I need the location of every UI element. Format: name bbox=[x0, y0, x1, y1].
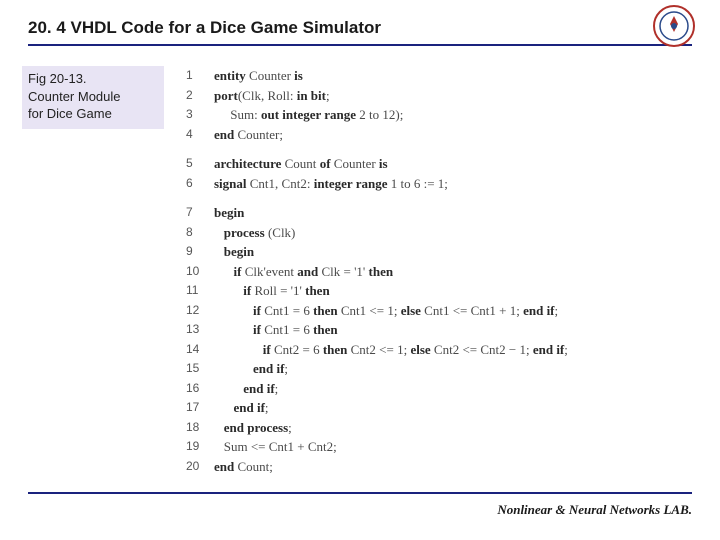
code-text: signal Cnt1, Cnt2: integer range 1 to 6 … bbox=[214, 174, 448, 194]
code-text: end if; bbox=[214, 379, 278, 399]
caption-line: Counter Module bbox=[28, 88, 158, 106]
line-number: 11 bbox=[186, 281, 214, 301]
code-text: end if; bbox=[214, 359, 288, 379]
code-text: process (Clk) bbox=[214, 223, 295, 243]
line-number: 5 bbox=[186, 154, 214, 174]
line-number: 13 bbox=[186, 320, 214, 340]
code-text: if Clk'event and Clk = '1' then bbox=[214, 262, 393, 282]
figure-caption: Fig 20-13. Counter Module for Dice Game bbox=[22, 66, 164, 129]
code-line: 19 Sum <= Cnt1 + Cnt2; bbox=[186, 437, 692, 457]
code-text: Sum: out integer range 2 to 12); bbox=[214, 105, 403, 125]
code-text: Sum <= Cnt1 + Cnt2; bbox=[214, 437, 337, 457]
line-number: 7 bbox=[186, 203, 214, 223]
code-line: 9 begin bbox=[186, 242, 692, 262]
code-line: 12 if Cnt1 = 6 then Cnt1 <= 1; else Cnt1… bbox=[186, 301, 692, 321]
code-text: entity Counter is bbox=[214, 66, 303, 86]
line-number: 17 bbox=[186, 398, 214, 418]
line-number: 19 bbox=[186, 437, 214, 457]
code-line: 18 end process; bbox=[186, 418, 692, 438]
code-line: 14 if Cnt2 = 6 then Cnt2 <= 1; else Cnt2… bbox=[186, 340, 692, 360]
code-line: 8 process (Clk) bbox=[186, 223, 692, 243]
caption-line: Fig 20-13. bbox=[28, 70, 158, 88]
code-text: port(Clk, Roll: in bit; bbox=[214, 86, 330, 106]
code-text: end if; bbox=[214, 398, 269, 418]
vhdl-code-listing: 1entity Counter is2port(Clk, Roll: in bi… bbox=[186, 66, 692, 476]
line-number: 10 bbox=[186, 262, 214, 282]
line-number: 9 bbox=[186, 242, 214, 262]
code-text: if Cnt1 = 6 then Cnt1 <= 1; else Cnt1 <=… bbox=[214, 301, 558, 321]
line-number: 20 bbox=[186, 457, 214, 477]
code-text: end process; bbox=[214, 418, 292, 438]
code-line: 3 Sum: out integer range 2 to 12); bbox=[186, 105, 692, 125]
line-number: 1 bbox=[186, 66, 214, 86]
line-number: 14 bbox=[186, 340, 214, 360]
code-line: 4end Counter; bbox=[186, 125, 692, 145]
code-line: 13 if Cnt1 = 6 then bbox=[186, 320, 692, 340]
code-text: if Cnt1 = 6 then bbox=[214, 320, 338, 340]
code-line: 20end Count; bbox=[186, 457, 692, 477]
code-line: 15 end if; bbox=[186, 359, 692, 379]
footer-divider bbox=[28, 492, 692, 494]
code-text: if Cnt2 = 6 then Cnt2 <= 1; else Cnt2 <=… bbox=[214, 340, 568, 360]
line-number: 3 bbox=[186, 105, 214, 125]
code-text: begin bbox=[214, 242, 254, 262]
caption-line: for Dice Game bbox=[28, 105, 158, 123]
line-number: 16 bbox=[186, 379, 214, 399]
code-text: end Counter; bbox=[214, 125, 283, 145]
code-line: 10 if Clk'event and Clk = '1' then bbox=[186, 262, 692, 282]
code-line: 16 end if; bbox=[186, 379, 692, 399]
line-number: 8 bbox=[186, 223, 214, 243]
line-number: 2 bbox=[186, 86, 214, 106]
code-line: 5architecture Count of Counter is bbox=[186, 154, 692, 174]
code-text: if Roll = '1' then bbox=[214, 281, 330, 301]
line-number: 12 bbox=[186, 301, 214, 321]
code-line: 17 end if; bbox=[186, 398, 692, 418]
code-line: 2port(Clk, Roll: in bit; bbox=[186, 86, 692, 106]
code-line: 6signal Cnt1, Cnt2: integer range 1 to 6… bbox=[186, 174, 692, 194]
section-title: 20. 4 VHDL Code for a Dice Game Simulato… bbox=[28, 18, 692, 38]
university-logo-icon bbox=[652, 4, 696, 48]
footer-lab-name: Nonlinear & Neural Networks LAB. bbox=[497, 502, 692, 518]
title-divider bbox=[28, 44, 692, 46]
line-number: 4 bbox=[186, 125, 214, 145]
code-line: 11 if Roll = '1' then bbox=[186, 281, 692, 301]
code-text: architecture Count of Counter is bbox=[214, 154, 388, 174]
code-line: 1entity Counter is bbox=[186, 66, 692, 86]
line-number: 6 bbox=[186, 174, 214, 194]
code-text: begin bbox=[214, 203, 244, 223]
line-number: 18 bbox=[186, 418, 214, 438]
code-line: 7begin bbox=[186, 203, 692, 223]
code-text: end Count; bbox=[214, 457, 273, 477]
line-number: 15 bbox=[186, 359, 214, 379]
